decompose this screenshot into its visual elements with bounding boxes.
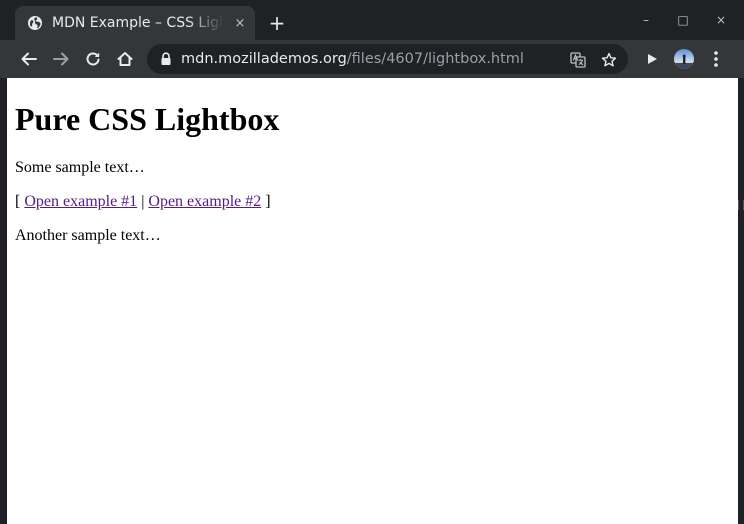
globe-icon (27, 15, 43, 31)
more-vertical-icon (714, 51, 718, 67)
forward-button[interactable] (49, 47, 73, 71)
browser-toolbar: mdn.mozillademos.org/files/4607/lightbox… (0, 40, 744, 78)
play-icon (648, 54, 657, 64)
links-separator: | (137, 193, 149, 210)
translate-icon[interactable] (569, 51, 587, 69)
avatar (674, 49, 694, 69)
arrow-left-icon (21, 52, 37, 66)
page-title: Pure CSS Lightbox (15, 101, 280, 137)
tab-close-icon[interactable]: × (232, 15, 248, 31)
profile-avatar[interactable] (672, 47, 696, 71)
media-play-button[interactable] (640, 47, 664, 71)
tab-strip: MDN Example – CSS Lightbox × + – □ × (0, 0, 744, 40)
maximize-button[interactable]: □ (673, 10, 693, 30)
browser-window: MDN Example – CSS Lightbox × + – □ × (0, 0, 744, 524)
minimize-button[interactable]: – (636, 10, 656, 30)
tab-active[interactable]: MDN Example – CSS Lightbox × (15, 6, 255, 40)
menu-button[interactable] (704, 47, 728, 71)
reload-icon (86, 52, 100, 66)
lock-icon[interactable] (159, 51, 173, 67)
window-resize-handle[interactable] (738, 200, 744, 210)
address-bar[interactable]: mdn.mozillademos.org/files/4607/lightbox… (147, 44, 628, 74)
back-button[interactable] (17, 47, 41, 71)
sample-text-1: Some sample text… (15, 159, 145, 176)
links-suffix: ] (261, 193, 271, 210)
url-host: mdn.mozillademos.org (181, 51, 347, 67)
arrow-right-icon (53, 52, 69, 66)
sample-text-2: Another sample text… (15, 227, 161, 244)
bookmark-star-icon[interactable] (600, 51, 618, 69)
close-window-button[interactable]: × (711, 10, 731, 30)
url-text[interactable]: mdn.mozillademos.org/files/4607/lightbox… (181, 51, 524, 67)
home-button[interactable] (113, 47, 137, 71)
reload-button[interactable] (81, 47, 105, 71)
new-tab-button[interactable]: + (266, 12, 288, 34)
open-example-2-link[interactable]: Open example #2 (148, 193, 261, 210)
links-prefix: [ (15, 193, 25, 210)
url-path: /files/4607/lightbox.html (346, 51, 524, 67)
open-example-1-link[interactable]: Open example #1 (24, 193, 137, 210)
home-icon (117, 52, 133, 66)
example-links: [ Open example #1 | Open example #2 ] (15, 192, 271, 212)
tab-title: MDN Example – CSS Lightbox (52, 15, 224, 31)
page-content: Pure CSS Lightbox Some sample text… [ Op… (7, 78, 738, 524)
